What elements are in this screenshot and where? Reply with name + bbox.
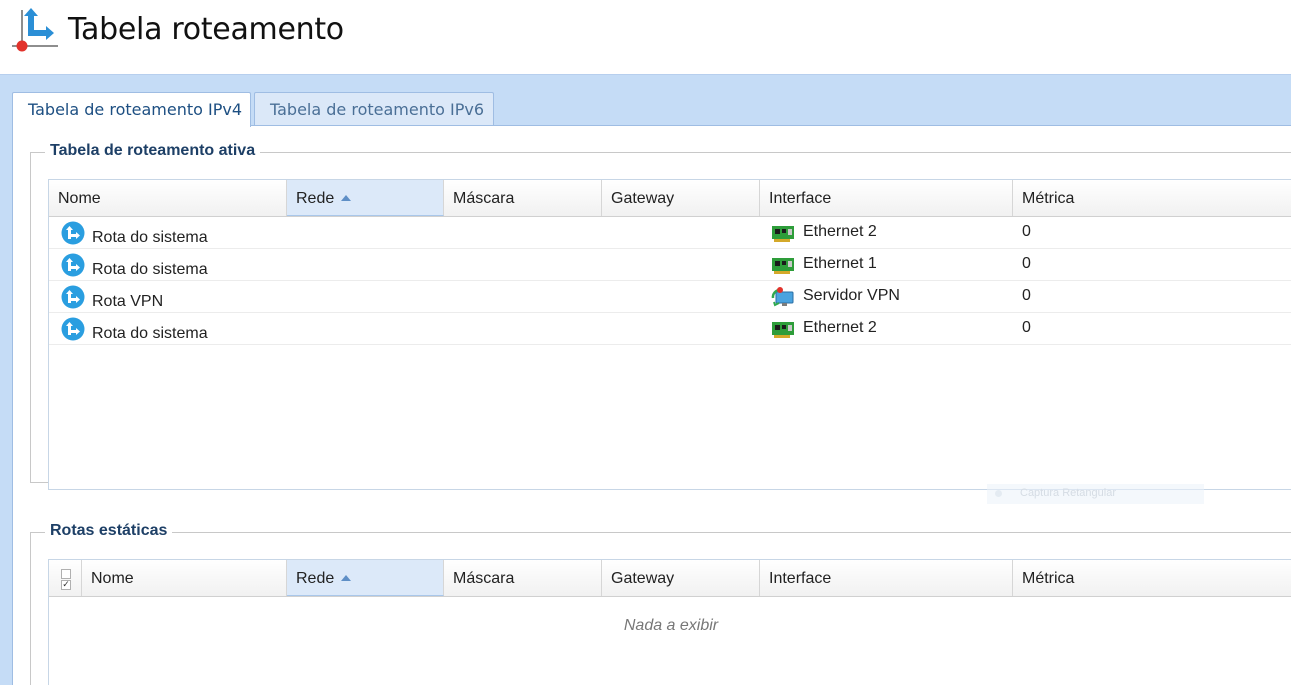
routing-table-icon: [12, 8, 58, 52]
route-interface: Servidor VPN: [760, 281, 1013, 312]
vpn-server-icon: [771, 287, 794, 307]
column-header-rede[interactable]: Rede: [287, 180, 444, 216]
static-routes-legend: Rotas estáticas: [45, 522, 173, 540]
column-header-metrica[interactable]: Métrica: [1013, 180, 1291, 216]
static-routes-grid: ✓ Nome Rede Máscara Gateway Interface Mé…: [48, 559, 1291, 685]
tab-ipv4[interactable]: Tabela de roteamento IPv4: [12, 92, 251, 127]
empty-message: Nada a exibir: [623, 617, 719, 634]
route-icon: [61, 221, 85, 245]
column-header-nome[interactable]: Nome: [49, 180, 287, 216]
route-metric: 0: [1022, 255, 1031, 272]
active-routes-grid: Nome Rede Máscara Gateway Interface Métr…: [48, 179, 1291, 490]
content-band: Tabela de roteamento IPv4 Tabela de rote…: [0, 74, 1291, 685]
column-header-mascara[interactable]: Máscara: [444, 560, 602, 596]
tab-ipv6[interactable]: Tabela de roteamento IPv6: [254, 92, 494, 126]
network-card-icon: [772, 258, 794, 274]
column-label: Rede: [296, 190, 335, 207]
grid-header: ✓ Nome Rede Máscara Gateway Interface Mé…: [49, 560, 1291, 597]
column-label: Gateway: [611, 570, 675, 587]
table-row[interactable]: Rota do sistema Ethernet 2 0: [49, 217, 1291, 249]
capture-dot-icon: [995, 490, 1002, 497]
interface-label: Ethernet 2: [803, 319, 877, 336]
route-icon: [61, 317, 85, 341]
column-label: Máscara: [453, 570, 515, 587]
column-header-interface[interactable]: Interface: [760, 180, 1013, 216]
column-label: Interface: [769, 570, 832, 587]
column-label: Nome: [58, 190, 101, 207]
table-row[interactable]: Rota do sistema Ethernet 2 0: [49, 313, 1291, 345]
route-icon: [61, 253, 85, 277]
route-metric: 0: [1022, 287, 1031, 304]
column-header-gateway[interactable]: Gateway: [602, 560, 760, 596]
column-label: Nome: [91, 570, 134, 587]
column-header-metrica[interactable]: Métrica: [1013, 560, 1291, 596]
checkbox-unchecked-icon: [61, 569, 71, 579]
interface-label: Servidor VPN: [803, 287, 900, 304]
network-card-icon: [772, 322, 794, 338]
table-row[interactable]: Rota do sistema Ethernet 1 0: [49, 249, 1291, 281]
column-header-mascara[interactable]: Máscara: [444, 180, 602, 216]
column-label: Métrica: [1022, 570, 1075, 587]
interface-label: Ethernet 2: [803, 223, 877, 240]
grid-header: Nome Rede Máscara Gateway Interface Métr…: [49, 180, 1291, 217]
network-card-icon: [772, 226, 794, 242]
sort-ascending-icon: [341, 575, 352, 581]
checkbox-checked-icon: ✓: [61, 580, 71, 590]
route-name: Rota do sistema: [92, 325, 208, 342]
route-interface: Ethernet 2: [760, 313, 1013, 344]
column-label: Gateway: [611, 190, 675, 207]
active-routes-legend: Tabela de roteamento ativa: [45, 142, 261, 160]
route-interface: Ethernet 1: [760, 249, 1013, 280]
route-metric: 0: [1022, 223, 1031, 240]
column-label: Métrica: [1022, 190, 1075, 207]
column-header-interface[interactable]: Interface: [760, 560, 1013, 596]
active-routes-fieldset: Tabela de roteamento ativa Nome Rede Más…: [30, 142, 1291, 490]
table-row[interactable]: Rota VPN Servidor VPN 0: [49, 281, 1291, 313]
column-header-nome[interactable]: Nome: [82, 560, 287, 596]
route-metric: 0: [1022, 319, 1031, 336]
route-interface: Ethernet 2: [760, 217, 1013, 248]
sort-ascending-icon: [341, 195, 352, 201]
column-label: Interface: [769, 190, 832, 207]
tab-panel: Tabela de roteamento ativa Nome Rede Más…: [12, 125, 1291, 685]
column-label: Máscara: [453, 190, 515, 207]
static-routes-fieldset: Rotas estáticas ✓ Nome Rede Máscara Gate…: [30, 522, 1291, 685]
route-icon: [61, 285, 85, 309]
column-header-rede[interactable]: Rede: [287, 560, 444, 596]
capture-overlay: Captura Retangular: [987, 484, 1204, 504]
page-title: Tabela roteamento: [68, 12, 344, 47]
column-label: Rede: [296, 570, 335, 587]
select-all-checkbox[interactable]: ✓: [49, 560, 82, 596]
page-header: Tabela roteamento: [0, 0, 1291, 74]
capture-label: Captura Retangular: [1020, 487, 1117, 499]
interface-label: Ethernet 1: [803, 255, 877, 272]
column-header-gateway[interactable]: Gateway: [602, 180, 760, 216]
